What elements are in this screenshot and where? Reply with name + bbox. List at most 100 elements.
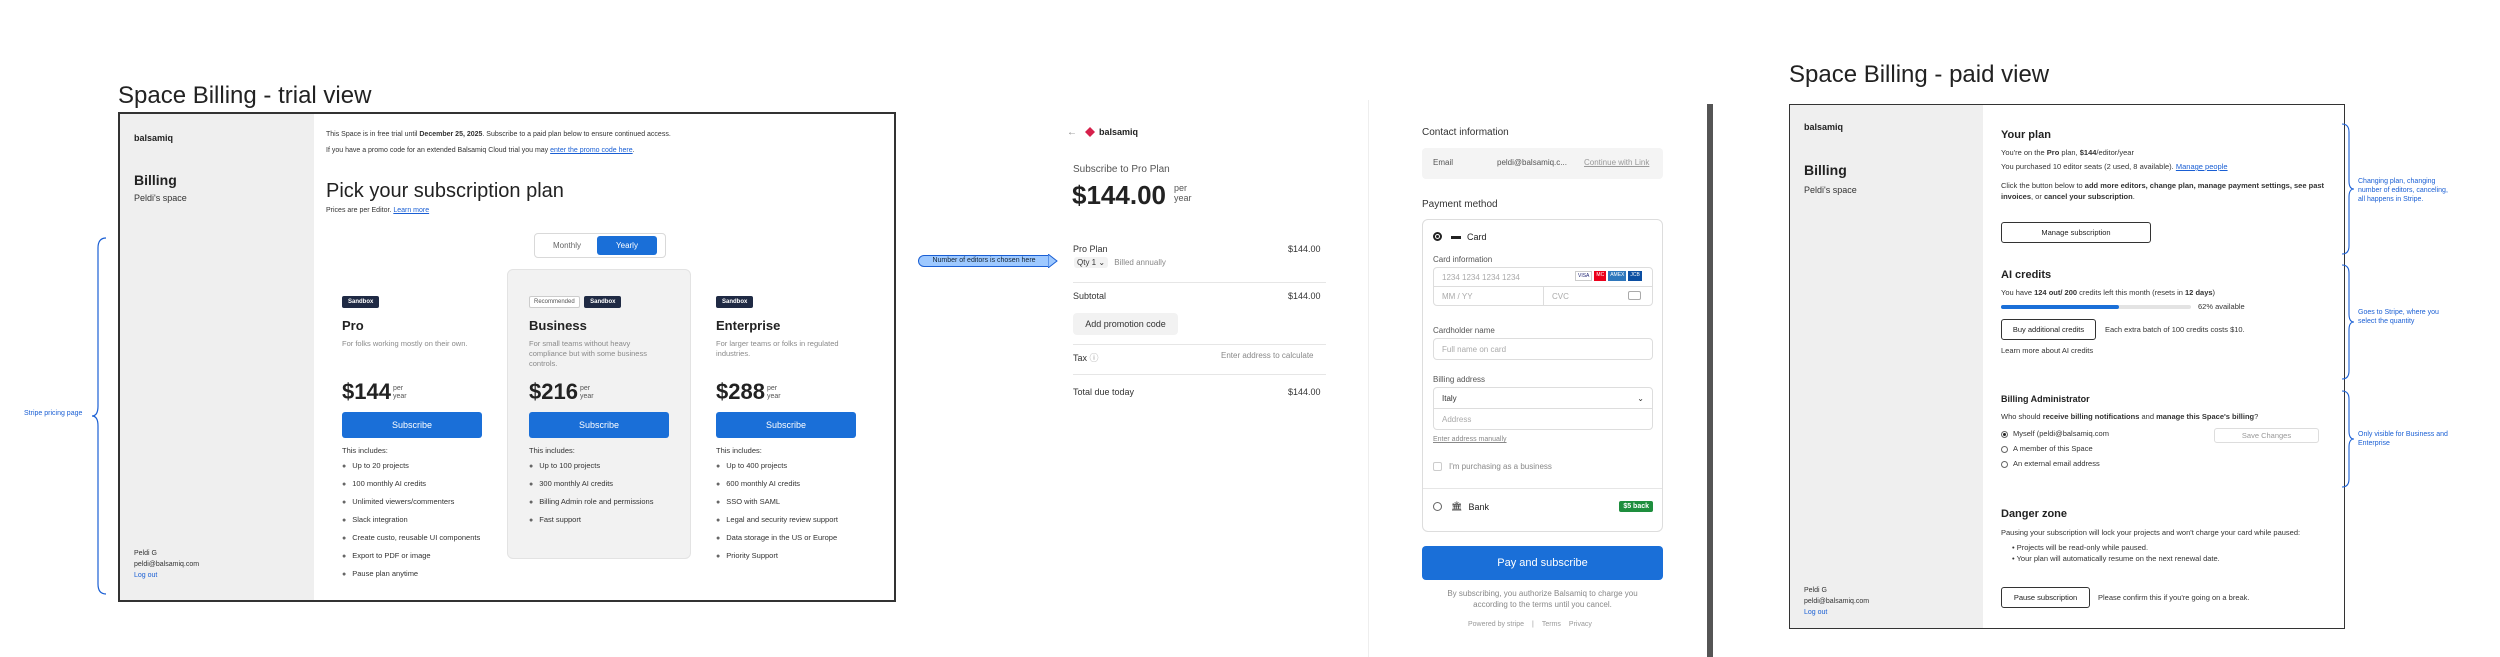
payment-methods-box: ▬ Card Card information 1234 1234 1234 1… <box>1422 219 1663 532</box>
business-checkbox-row[interactable]: I'm purchasing as a business <box>1433 462 1552 471</box>
feature-item: Pause plan anytime <box>342 569 492 580</box>
amex-icon: AMEX <box>1608 271 1627 281</box>
bank-radio[interactable] <box>1433 502 1442 511</box>
trial-end-date: December 25, 2025 <box>419 131 483 138</box>
jcb-icon: JCB <box>1628 271 1642 281</box>
toggle-monthly[interactable]: Monthly <box>537 236 597 255</box>
logout-link[interactable]: Log out <box>134 570 199 581</box>
cardholder-input[interactable]: Full name on card <box>1433 338 1653 360</box>
admin-option-member[interactable]: A member of this Space <box>2001 443 2093 454</box>
trial-sidebar: balsamiq Billing Peldi's space Peldi G p… <box>120 114 314 600</box>
tax-label: Tax ⓘ <box>1073 353 1099 363</box>
feature-item: Export to PDF or image <box>342 551 492 562</box>
radio-myself[interactable] <box>2001 430 2008 438</box>
billing-address-label: Billing address <box>1433 375 1486 384</box>
card-label: Card <box>1467 231 1487 242</box>
feature-item: 600 monthly AI credits <box>716 479 866 490</box>
chevron-down-icon: ⌄ <box>1637 393 1644 403</box>
checkout-amount: $144.00 <box>1072 180 1166 210</box>
feature-item: Up to 100 projects <box>529 461 679 472</box>
sandbox-badge: Sandbox <box>342 296 380 308</box>
subscribe-button-enterprise[interactable]: Subscribe <box>716 412 856 438</box>
price-period: per year <box>392 385 407 400</box>
feature-item: Up to 20 projects <box>342 461 492 472</box>
danger-bullet-1: • Projects will be read-only while pause… <box>2012 543 2149 552</box>
feature-item: Up to 400 projects <box>716 461 866 472</box>
annotation-brace-2 <box>2341 264 2355 380</box>
cardholder-label: Cardholder name <box>1433 326 1495 335</box>
learn-more-link[interactable]: Learn more <box>393 207 429 214</box>
privacy-link[interactable]: Privacy <box>1569 621 1592 628</box>
admin-option-external[interactable]: An external email address <box>2001 458 2100 469</box>
plan-price: $216 <box>529 379 578 404</box>
sandbox-badge: Sandbox <box>584 296 622 308</box>
card-radio[interactable] <box>1433 232 1442 241</box>
quantity-selector[interactable]: Qty 1 ⌄ <box>1074 257 1109 268</box>
enter-address-manually-link[interactable]: Enter address manually <box>1433 436 1507 443</box>
recommended-badge: Recommended <box>529 296 580 308</box>
card-info-label: Card information <box>1433 255 1493 264</box>
radio-external[interactable] <box>2001 460 2008 468</box>
back-arrow-icon[interactable]: ← <box>1067 127 1077 138</box>
address-input[interactable]: Address <box>1433 408 1653 430</box>
subtotal-label: Subtotal <box>1073 291 1107 301</box>
promo-code-link[interactable]: enter the promo code here <box>550 147 633 154</box>
trial-notice-line1: This Space is in free trial until Decemb… <box>326 131 671 138</box>
save-changes-button[interactable]: Save Changes <box>2214 428 2319 443</box>
mastercard-icon: MC <box>1594 271 1607 281</box>
continue-with-link[interactable]: Continue with Link <box>1584 158 1649 167</box>
radio-member[interactable] <box>2001 445 2008 453</box>
balsamiq-logo: balsamiq <box>134 133 174 143</box>
plan-description: For small teams without heavy compliance… <box>529 339 647 368</box>
danger-zone-title: Danger zone <box>2001 508 2068 520</box>
manage-subscription-button[interactable]: Manage subscription <box>2001 222 2151 243</box>
divider <box>1073 282 1326 283</box>
billed-annually: Billed annually <box>1114 258 1166 267</box>
seats-line: You purchased 10 editor seats (2 used, 8… <box>2001 162 2228 171</box>
editors-callout: Number of editors is chosen here <box>918 255 1050 267</box>
admin-option-myself[interactable]: Myself (peldi@balsamiq.com <box>2001 428 2109 439</box>
buy-additional-credits-button[interactable]: Buy additional credits <box>2001 319 2096 340</box>
business-checkbox[interactable] <box>1433 462 1442 471</box>
paid-billing-frame: balsamiq Billing Peldi's space Peldi G p… <box>1789 104 2345 629</box>
plan-price-block: $216 per year <box>529 379 679 405</box>
expiry-input[interactable]: MM / YY <box>1433 286 1544 306</box>
feature-item: 300 monthly AI credits <box>529 479 679 490</box>
sidebar-user: Peldi G peldi@balsamiq.com Log out <box>134 548 199 581</box>
manage-people-link[interactable]: Manage people <box>2176 162 2228 171</box>
learn-ai-credits-link[interactable]: Learn more about AI credits <box>2001 345 2093 356</box>
subscribe-button-business[interactable]: Subscribe <box>529 412 669 438</box>
pay-and-subscribe-button[interactable]: Pay and subscribe <box>1422 546 1663 580</box>
current-plan-line: You're on the Pro plan, $144/editor/year <box>2001 148 2134 157</box>
sidebar-user: Peldi G peldi@balsamiq.com Log out <box>1804 585 1869 618</box>
subscribe-to-label: Subscribe to Pro Plan <box>1073 164 1170 175</box>
pause-subscription-button[interactable]: Pause subscription <box>2001 587 2090 608</box>
divider <box>1073 374 1326 375</box>
toggle-yearly[interactable]: Yearly <box>597 236 657 255</box>
email-row[interactable]: Email peldi@balsamiq.c... Continue with … <box>1422 148 1663 179</box>
sandbox-badge: Sandbox <box>716 296 754 308</box>
logout-link[interactable]: Log out <box>1804 607 1869 618</box>
annotation-brace-1 <box>2341 123 2355 255</box>
user-name: Peldi G <box>134 550 157 557</box>
subscribe-button-pro[interactable]: Subscribe <box>342 412 482 438</box>
payment-title: Payment method <box>1422 199 1498 210</box>
stripe-pricing-brace <box>91 237 107 595</box>
terms-link[interactable]: Terms <box>1542 621 1561 628</box>
feature-list-business: Up to 100 projects 300 monthly AI credit… <box>529 461 679 526</box>
billing-admin-title: Billing Administrator <box>2001 394 2090 404</box>
checkout-logo: balsamiq <box>1084 126 1138 138</box>
prices-note: Prices are per Editor. Learn more <box>326 207 430 214</box>
price-period: per year <box>579 385 594 400</box>
balsamiq-logo: balsamiq <box>1804 122 1844 132</box>
country-select[interactable]: Italy ⌄ <box>1433 387 1653 409</box>
bank-option[interactable]: 🏛 Bank $5 back <box>1433 501 1653 512</box>
card-option[interactable]: ▬ Card <box>1433 231 1487 242</box>
add-promotion-code-button[interactable]: Add promotion code <box>1073 313 1178 335</box>
plan-card-pro: Sandbox Pro For folks working mostly on … <box>342 290 492 587</box>
checkout-period: per year <box>1174 183 1192 203</box>
manage-instructions: Click the button below to add more edito… <box>2001 181 2325 201</box>
ai-credits-title: AI credits <box>2001 269 2052 281</box>
plan-name: Enterprise <box>716 318 781 333</box>
info-icon: ⓘ <box>1089 353 1099 363</box>
